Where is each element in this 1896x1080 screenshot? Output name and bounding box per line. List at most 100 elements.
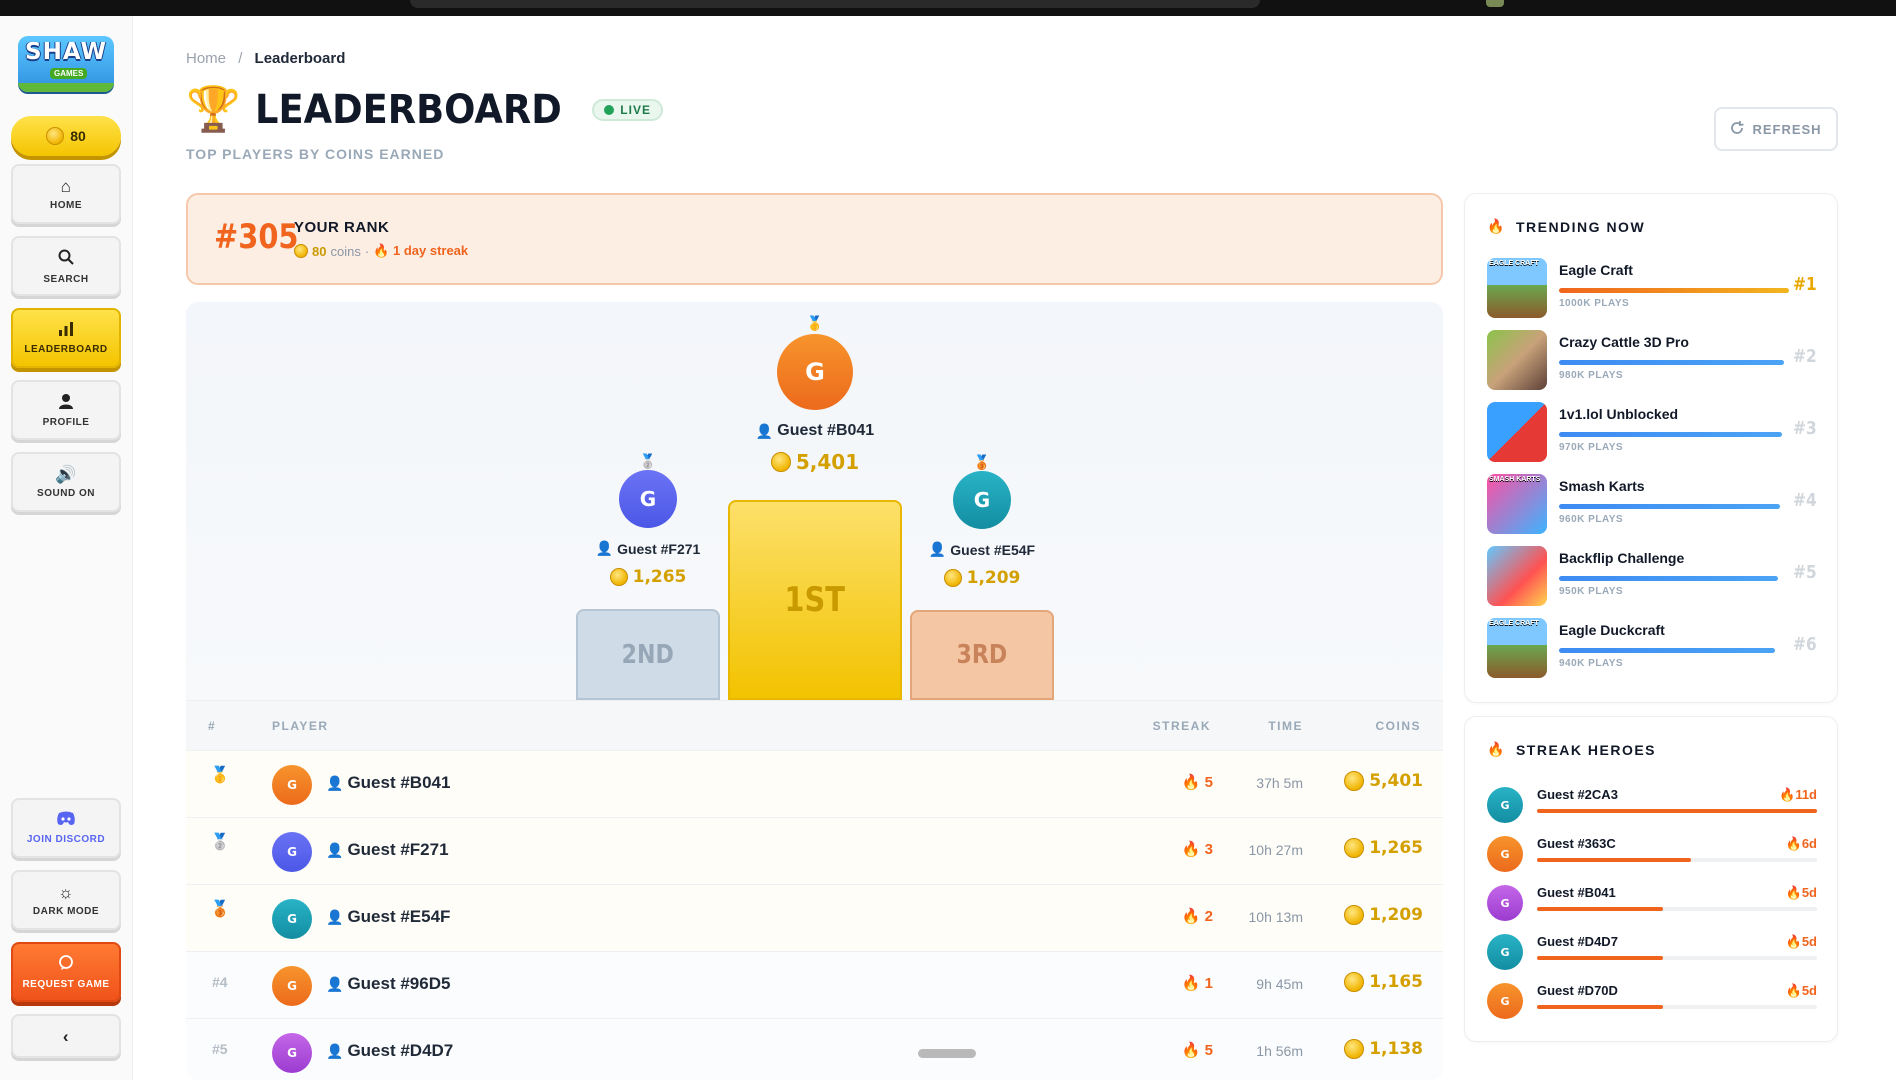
streak-hero-item[interactable]: G Guest #D4D7 🔥5d	[1487, 930, 1817, 972]
player-name: Guest #F271	[617, 540, 701, 557]
coin-balance-badge[interactable]: 80	[11, 116, 121, 156]
game-thumbnail	[1487, 546, 1547, 606]
plays-bar	[1559, 648, 1775, 653]
live-dot-icon	[604, 105, 615, 115]
your-coins: 80	[312, 243, 327, 259]
sidebar-item-search[interactable]: SEARCH	[11, 236, 121, 296]
sidebar-item-leaderboard[interactable]: LEADERBOARD	[11, 308, 121, 368]
time-cell: 1h 56m	[1256, 1043, 1303, 1059]
table-row[interactable]: #4 G 👤 Guest #96D5 🔥 1 9h 45m 1,165	[186, 951, 1443, 1018]
column-header-rank: #	[208, 719, 217, 733]
hero-streak: 🔥5d	[1786, 934, 1817, 950]
streak-hero-item[interactable]: G Guest #B041 🔥5d	[1487, 881, 1817, 923]
podium-second-name: 👤 Guest #F271	[596, 540, 701, 557]
streak-heroes-title-text: STREAK HEROES	[1515, 741, 1657, 758]
user-icon: 👤	[326, 841, 344, 858]
hero-streak: 🔥5d	[1786, 885, 1817, 901]
hero-streak-days: 11d	[1795, 787, 1817, 802]
avatar: G	[272, 1033, 312, 1073]
streak-cell: 🔥 1	[1182, 974, 1213, 992]
sun-icon: ☼	[57, 882, 75, 902]
streak-value: 5	[1204, 774, 1213, 791]
fire-icon: 🔥	[1181, 908, 1201, 925]
trending-item[interactable]: SMASH KARTS Smash Karts 960K PLAYS #4	[1487, 474, 1817, 534]
avatar: G	[1487, 836, 1523, 872]
scroll-handle[interactable]	[918, 1049, 976, 1058]
column-header-streak[interactable]: STREAK	[1153, 719, 1211, 733]
streak-value: 1	[1204, 975, 1213, 992]
trending-item[interactable]: EAGLE CRAFT Eagle Craft 1000K PLAYS #1	[1487, 258, 1817, 318]
trending-item[interactable]: Backflip Challenge 950K PLAYS #5	[1487, 546, 1817, 606]
table-row[interactable]: 🥇 G 👤 Guest #B041 🔥 5 37h 5m 5,401	[186, 750, 1443, 817]
column-header-time[interactable]: TIME	[1268, 719, 1303, 733]
fire-icon: 🔥	[1487, 218, 1506, 234]
trending-rank: #1	[1793, 274, 1817, 295]
fire-icon: 🔥	[1785, 934, 1802, 949]
podium-third[interactable]: 🥉 G 👤 Guest #E54F 1,209	[882, 455, 1082, 588]
trending-item[interactable]: 1v1.lol Unblocked 970K PLAYS #3	[1487, 402, 1817, 462]
podium-third-coins: 1,209	[943, 568, 1020, 588]
sidebar-item-label: LEADERBOARD	[24, 343, 108, 355]
join-discord-button[interactable]: JOIN DISCORD	[11, 798, 121, 858]
streak-hero-item[interactable]: G Guest #2CA3 🔥11d	[1487, 783, 1817, 825]
trending-item[interactable]: Crazy Cattle 3D Pro 980K PLAYS #2	[1487, 330, 1817, 390]
coin-icon	[770, 452, 791, 472]
user-icon	[58, 393, 74, 412]
breadcrumb-home[interactable]: Home	[186, 50, 226, 67]
game-plays: 980K PLAYS	[1559, 370, 1624, 381]
hero-name: Guest #2CA3	[1537, 787, 1618, 802]
fire-icon: 🔥	[1785, 836, 1802, 851]
avatar: G	[777, 334, 853, 410]
table-row[interactable]: 🥉 G 👤 Guest #E54F 🔥 2 10h 13m 1,209	[186, 884, 1443, 951]
request-game-button[interactable]: REQUEST GAME	[11, 942, 121, 1002]
browser-indicator	[1486, 0, 1504, 7]
game-thumbnail	[1487, 330, 1547, 390]
player-name: Guest #F271	[347, 840, 449, 859]
streak-hero-item[interactable]: G Guest #D70D 🔥5d	[1487, 979, 1817, 1021]
podium-place-label: 1ST	[784, 580, 846, 620]
home-icon: ⌂	[60, 176, 72, 196]
user-icon: 👤	[326, 908, 344, 925]
hero-streak: 🔥5d	[1786, 983, 1817, 999]
coin-count: 1,265	[1369, 838, 1423, 858]
sidebar-item-sound[interactable]: 🔊 SOUND ON	[11, 452, 121, 512]
collapse-sidebar-button[interactable]: ‹	[11, 1014, 121, 1058]
hero-streak-days: 6d	[1801, 836, 1817, 851]
rank-medal-icon: 🥈	[210, 834, 230, 851]
your-streak: 🔥 1 day streak	[373, 243, 468, 259]
trending-item[interactable]: EAGLE CRAFT Eagle Duckcraft 940K PLAYS #6	[1487, 618, 1817, 678]
trending-panel: 🔥 TRENDING NOW EAGLE CRAFT Eagle Craft 100…	[1464, 193, 1838, 703]
player-name: Guest #96D5	[347, 974, 451, 993]
table-row[interactable]: 🥈 G 👤 Guest #F271 🔥 3 10h 27m 1,265	[186, 817, 1443, 884]
game-plays: 950K PLAYS	[1559, 586, 1624, 597]
streak-hero-item[interactable]: G Guest #363C 🔥6d	[1487, 832, 1817, 874]
podium-first[interactable]: 🥇 G 👤 Guest #B041 5,401	[715, 316, 915, 474]
plays-bar	[1559, 504, 1780, 509]
user-icon: 👤	[928, 541, 947, 557]
avatar: G	[272, 765, 312, 805]
search-icon	[57, 248, 75, 269]
podium-second[interactable]: 🥈 G 👤 Guest #F271 1,265	[548, 454, 748, 587]
fire-icon: 🔥	[1181, 1042, 1201, 1059]
game-thumbnail	[1487, 402, 1547, 462]
table-row[interactable]: #5 G 👤 Guest #D4D7 🔥 5 1h 56m 1,138	[186, 1018, 1443, 1080]
column-header-coins[interactable]: COINS	[1375, 719, 1421, 733]
podium-first-coins: 5,401	[770, 450, 859, 474]
avatar: G	[272, 832, 312, 872]
sidebar-item-profile[interactable]: PROFILE	[11, 380, 121, 440]
podium-block-third: 3RD	[910, 610, 1054, 700]
streak-value: 5	[1204, 1042, 1213, 1059]
column-header-player[interactable]: PLAYER	[272, 719, 329, 733]
refresh-button[interactable]: REFRESH	[1714, 107, 1838, 151]
hero-streak-fill	[1537, 858, 1691, 862]
hero-streak: 🔥6d	[1786, 836, 1817, 852]
sidebar-item-home[interactable]: ⌂ HOME	[11, 164, 121, 224]
coin-icon	[609, 568, 628, 586]
coins-cell: 1,209	[1344, 905, 1423, 925]
browser-address-pill	[410, 0, 1260, 8]
site-logo[interactable]: SHAW GAMES	[18, 36, 114, 92]
live-label: LIVE	[620, 103, 651, 117]
sidebar-item-label: REQUEST GAME	[22, 978, 110, 990]
your-rank-number: #305	[214, 217, 299, 257]
dark-mode-toggle[interactable]: ☼ DARK MODE	[11, 870, 121, 930]
